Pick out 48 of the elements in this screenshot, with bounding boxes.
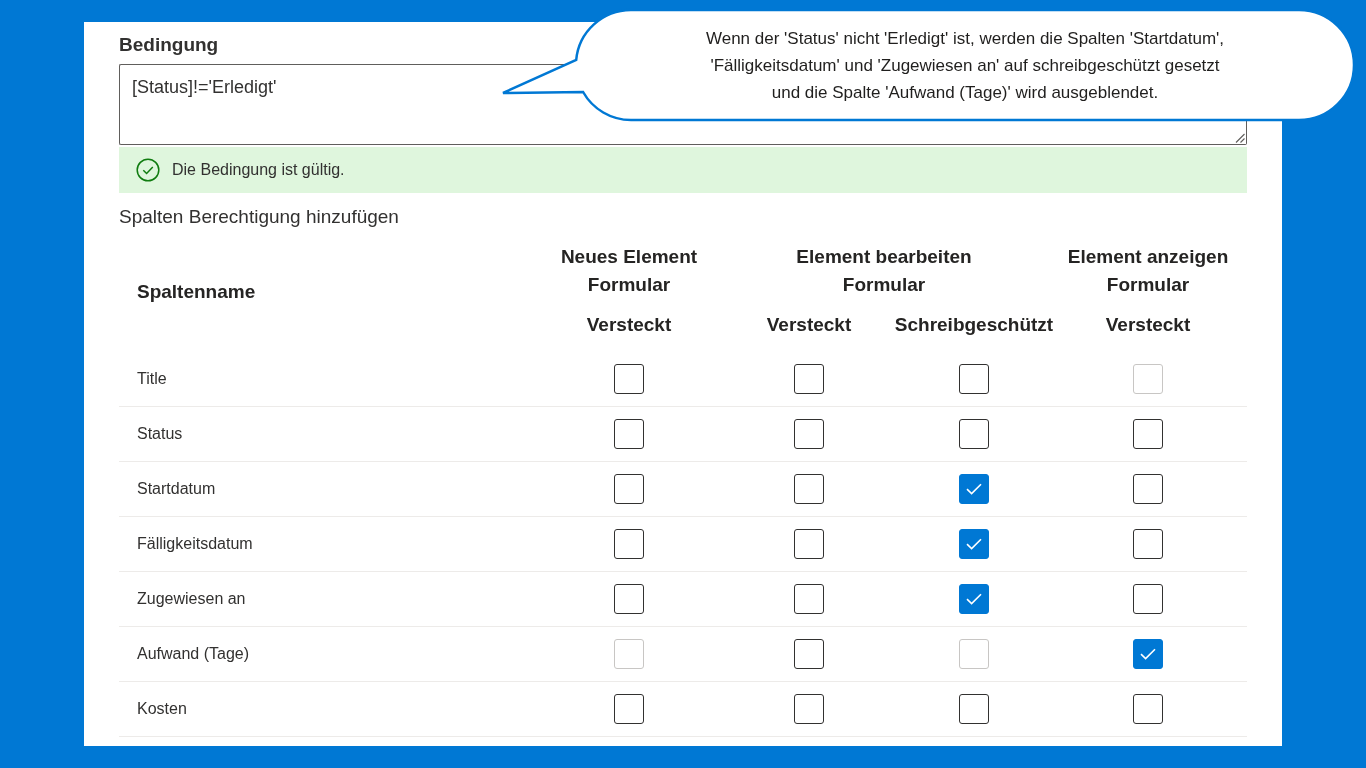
column-header: Spaltenname	[137, 281, 256, 303]
checkbox[interactable]	[1133, 584, 1163, 614]
row-label: Title	[137, 370, 167, 387]
row-label: Status	[137, 425, 183, 442]
checkbox[interactable]	[614, 529, 644, 559]
validation-message: Die Bedingung ist gültig.	[172, 160, 345, 180]
column-header: Versteckt	[586, 313, 672, 337]
checkbox[interactable]	[794, 584, 824, 614]
checkbox[interactable]	[959, 584, 989, 614]
checkbox[interactable]	[1133, 474, 1163, 504]
checkbox[interactable]	[614, 419, 644, 449]
checkbox[interactable]	[794, 694, 824, 724]
checkbox[interactable]	[1133, 694, 1163, 724]
checkbox[interactable]	[959, 364, 989, 394]
column-header: Versteckt	[766, 313, 852, 337]
row-label: Zugewiesen an	[137, 590, 246, 607]
checkbox[interactable]	[614, 694, 644, 724]
checkbox[interactable]	[794, 364, 824, 394]
column-header: Versteckt	[1105, 313, 1191, 337]
checkmark-icon	[966, 593, 982, 605]
checkbox[interactable]	[794, 529, 824, 559]
row-label: Aufwand (Tage)	[137, 645, 250, 662]
condition-label: Bedingung	[119, 33, 219, 57]
checkbox[interactable]	[959, 529, 989, 559]
checkbox[interactable]	[1133, 639, 1163, 669]
column-header: Element anzeigen Formular	[1066, 245, 1230, 297]
checkmark-icon	[966, 538, 982, 550]
row-label: Fälligkeitsdatum	[137, 535, 253, 552]
checkbox[interactable]	[614, 584, 644, 614]
checkbox[interactable]	[1133, 529, 1163, 559]
column-header: Element bearbeiten Formular	[795, 245, 973, 297]
checkbox[interactable]	[614, 474, 644, 504]
checkbox[interactable]	[959, 474, 989, 504]
checkbox[interactable]	[794, 474, 824, 504]
checkbox[interactable]	[794, 419, 824, 449]
checkbox[interactable]	[794, 639, 824, 669]
row-label: Startdatum	[137, 480, 216, 497]
column-header: Schreibgeschützt	[894, 313, 1054, 337]
column-header: Neues Element Formular	[559, 245, 699, 297]
checkmark-icon	[966, 483, 982, 495]
checkmark-icon	[1140, 648, 1156, 660]
check-circle-icon	[136, 158, 160, 182]
checkbox[interactable]	[1133, 419, 1163, 449]
checkbox[interactable]	[614, 364, 644, 394]
checkbox[interactable]	[959, 419, 989, 449]
checkbox[interactable]	[959, 694, 989, 724]
row-label: Kosten	[137, 700, 187, 717]
section-title: Spalten Berechtigung hinzufügen	[119, 205, 399, 229]
